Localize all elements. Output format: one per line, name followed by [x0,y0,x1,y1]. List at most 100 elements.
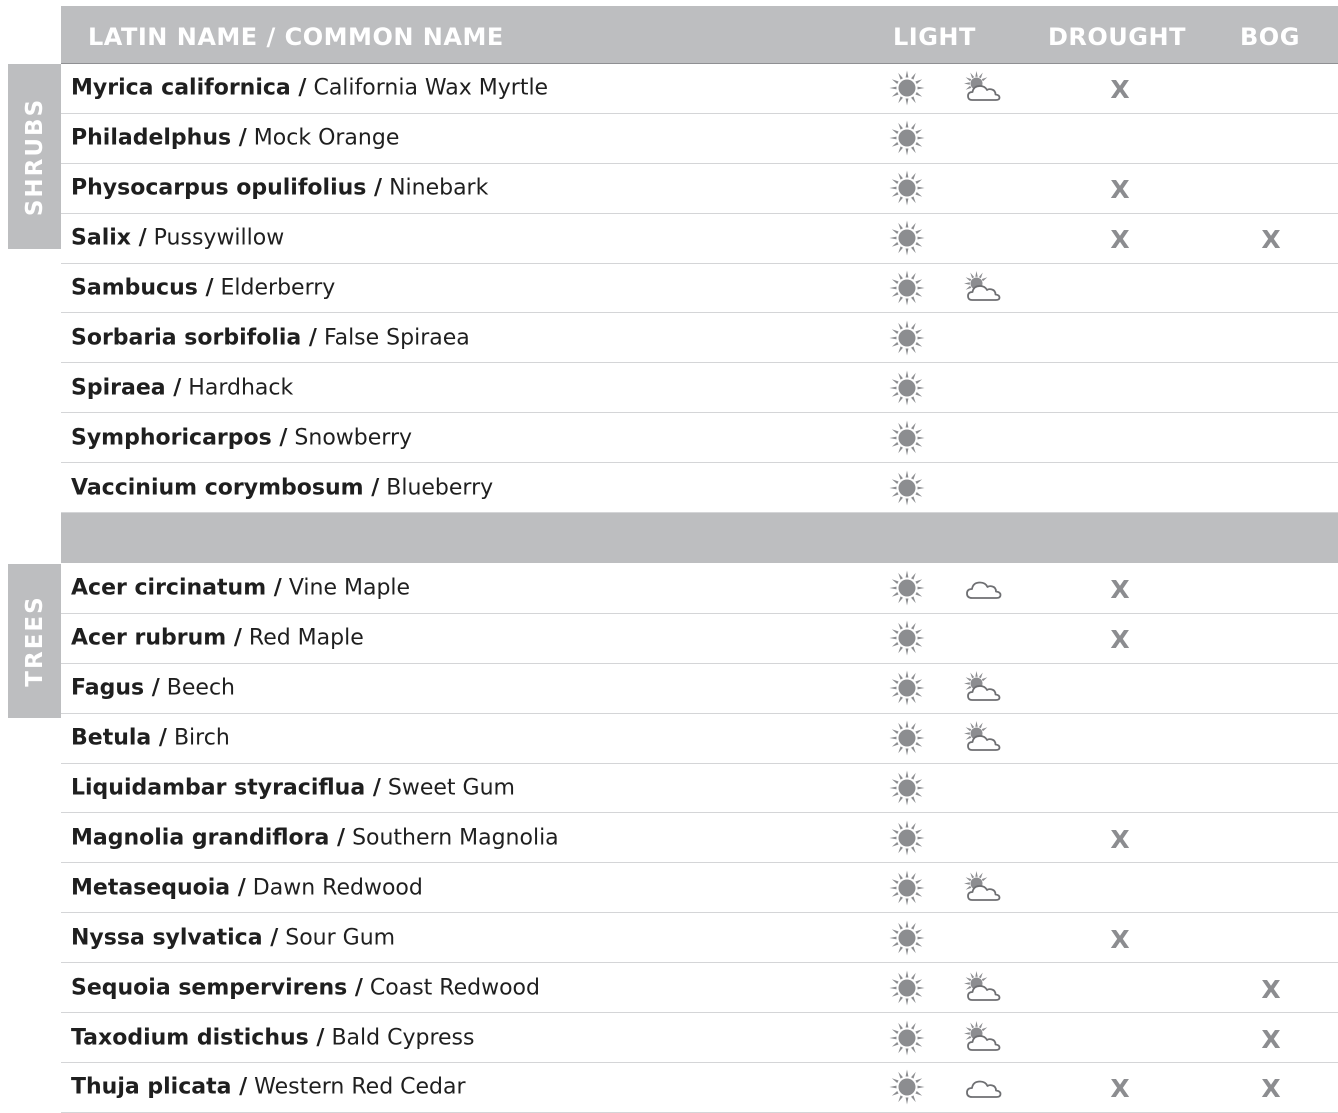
common-name: Hardhack [188,375,294,401]
header-light-column: LIGHT [893,23,976,51]
section-divider [61,513,1338,563]
latin-name: Liquidambar styraciflua / [71,775,381,801]
common-name: False Spiraea [323,325,470,351]
table-row: Sequoia sempervirens / Coast Redwood X [61,963,1338,1014]
sun-icon [885,1016,929,1060]
common-name: Sour Gum [285,925,396,951]
latin-name: Thuja plicata / [71,1074,248,1100]
plant-name: Betula / Birch [71,726,230,751]
latin-name: Physocarpus opulifolius / [71,175,383,201]
section-label-trees: TREES [8,564,61,718]
header-bog-column: BOG [1240,23,1300,51]
plant-name: Philadelphus / Mock Orange [71,126,399,151]
drought-mark: X [1110,575,1130,605]
latin-name: Acer rubrum / [71,625,242,651]
common-name: Dawn Redwood [252,875,423,901]
sun-icon [885,566,929,610]
sun-icon [885,366,929,410]
common-name: Ninebark [389,175,489,201]
plant-name: Sequoia sempervirens / Coast Redwood [71,975,540,1000]
drought-mark: X [1110,625,1130,655]
plant-name: Symphoricarpos / Snowberry [71,425,412,450]
sun-icon [885,416,929,460]
part-sun-icon [962,66,1006,110]
latin-name: Vaccinium corymbosum / [71,475,380,501]
common-name: Bald Cypress [331,1025,475,1051]
shade-icon [962,566,1006,610]
table-row: Symphoricarpos / Snowberry [61,413,1338,464]
drought-mark: X [1110,1074,1130,1104]
part-sun-icon [962,716,1006,760]
common-name: Vine Maple [288,575,411,601]
sun-icon [885,866,929,910]
table-row: Salix / Pussywillow X X [61,214,1338,264]
latin-name: Taxodium distichus / [71,1025,325,1051]
common-name: Birch [173,725,230,751]
table-row: Taxodium distichus / Bald Cypress X [61,1013,1338,1063]
bog-mark: X [1261,225,1281,255]
latin-name: Symphoricarpos / [71,425,288,451]
sun-icon [885,466,929,510]
table-row: Spiraea / Hardhack [61,363,1338,414]
sun-icon [885,166,929,210]
sun-icon [885,116,929,160]
table-row: Sorbaria sorbifolia / False Spiraea [61,314,1338,364]
plant-name: Physocarpus opulifolius / Ninebark [71,176,488,201]
bog-mark: X [1261,974,1281,1004]
drought-mark: X [1110,825,1130,855]
section-label-text: TREES [21,595,48,687]
header-name-column: LATIN NAME / COMMON NAME [88,23,504,51]
plant-name: Sambucus / Elderberry [71,276,335,301]
sun-icon [885,966,929,1010]
sun-icon [885,216,929,260]
table-row: Betula / Birch [61,714,1338,764]
sun-icon [885,316,929,360]
plant-name: Metasequoia / Dawn Redwood [71,875,423,900]
table-row: Liquidambar styraciflua / Sweet Gum [61,764,1338,814]
table-row: Acer rubrum / Red Maple X [61,614,1338,664]
latin-name: Philadelphus / [71,125,247,151]
table-row: Sambucus / Elderberry [61,264,1338,314]
latin-name: Nyssa sylvatica / [71,925,279,951]
common-name: Pussywillow [153,225,285,251]
sun-icon [885,766,929,810]
common-name: Mock Orange [253,125,400,151]
latin-name: Salix / [71,225,147,251]
common-name: Western Red Cedar [254,1074,466,1100]
sun-icon [885,66,929,110]
drought-mark: X [1110,924,1130,954]
common-name: Snowberry [294,425,413,451]
table-row: Metasequoia / Dawn Redwood [61,863,1338,914]
drought-mark: X [1110,225,1130,255]
table-row: Nyssa sylvatica / Sour Gum X [61,913,1338,964]
section-label-text: SHRUBS [21,97,48,216]
part-sun-icon [962,966,1006,1010]
table-row: Thuja plicata / Western Red Cedar X X [61,1063,1338,1113]
common-name: Beech [166,675,235,701]
common-name: Blueberry [386,475,494,501]
plant-name: Thuja plicata / Western Red Cedar [71,1075,466,1100]
part-sun-icon [962,666,1006,710]
plant-name: Myrica californica / California Wax Myrt… [71,76,548,101]
part-sun-icon [962,866,1006,910]
latin-name: Betula / [71,725,167,751]
latin-name: Sequoia sempervirens / [71,975,363,1001]
sun-icon [885,616,929,660]
sun-icon [885,816,929,860]
latin-name: Myrica californica / [71,75,307,101]
header-drought-column: DROUGHT [1048,23,1186,51]
plant-name: Vaccinium corymbosum / Blueberry [71,475,493,500]
latin-name: Sorbaria sorbifolia / [71,325,317,351]
common-name: Red Maple [248,625,364,651]
plant-name: Salix / Pussywillow [71,226,284,251]
plant-name: Fagus / Beech [71,676,235,701]
plant-name: Sorbaria sorbifolia / False Spiraea [71,325,470,350]
latin-name: Metasequoia / [71,875,246,901]
sun-icon [885,1065,929,1109]
plant-name: Spiraea / Hardhack [71,375,293,400]
plant-name: Taxodium distichus / Bald Cypress [71,1025,474,1050]
plant-name: Nyssa sylvatica / Sour Gum [71,925,395,950]
sun-icon [885,716,929,760]
section-label-shrubs: SHRUBS [8,64,61,249]
table-row: Physocarpus opulifolius / Ninebark X [61,164,1338,214]
